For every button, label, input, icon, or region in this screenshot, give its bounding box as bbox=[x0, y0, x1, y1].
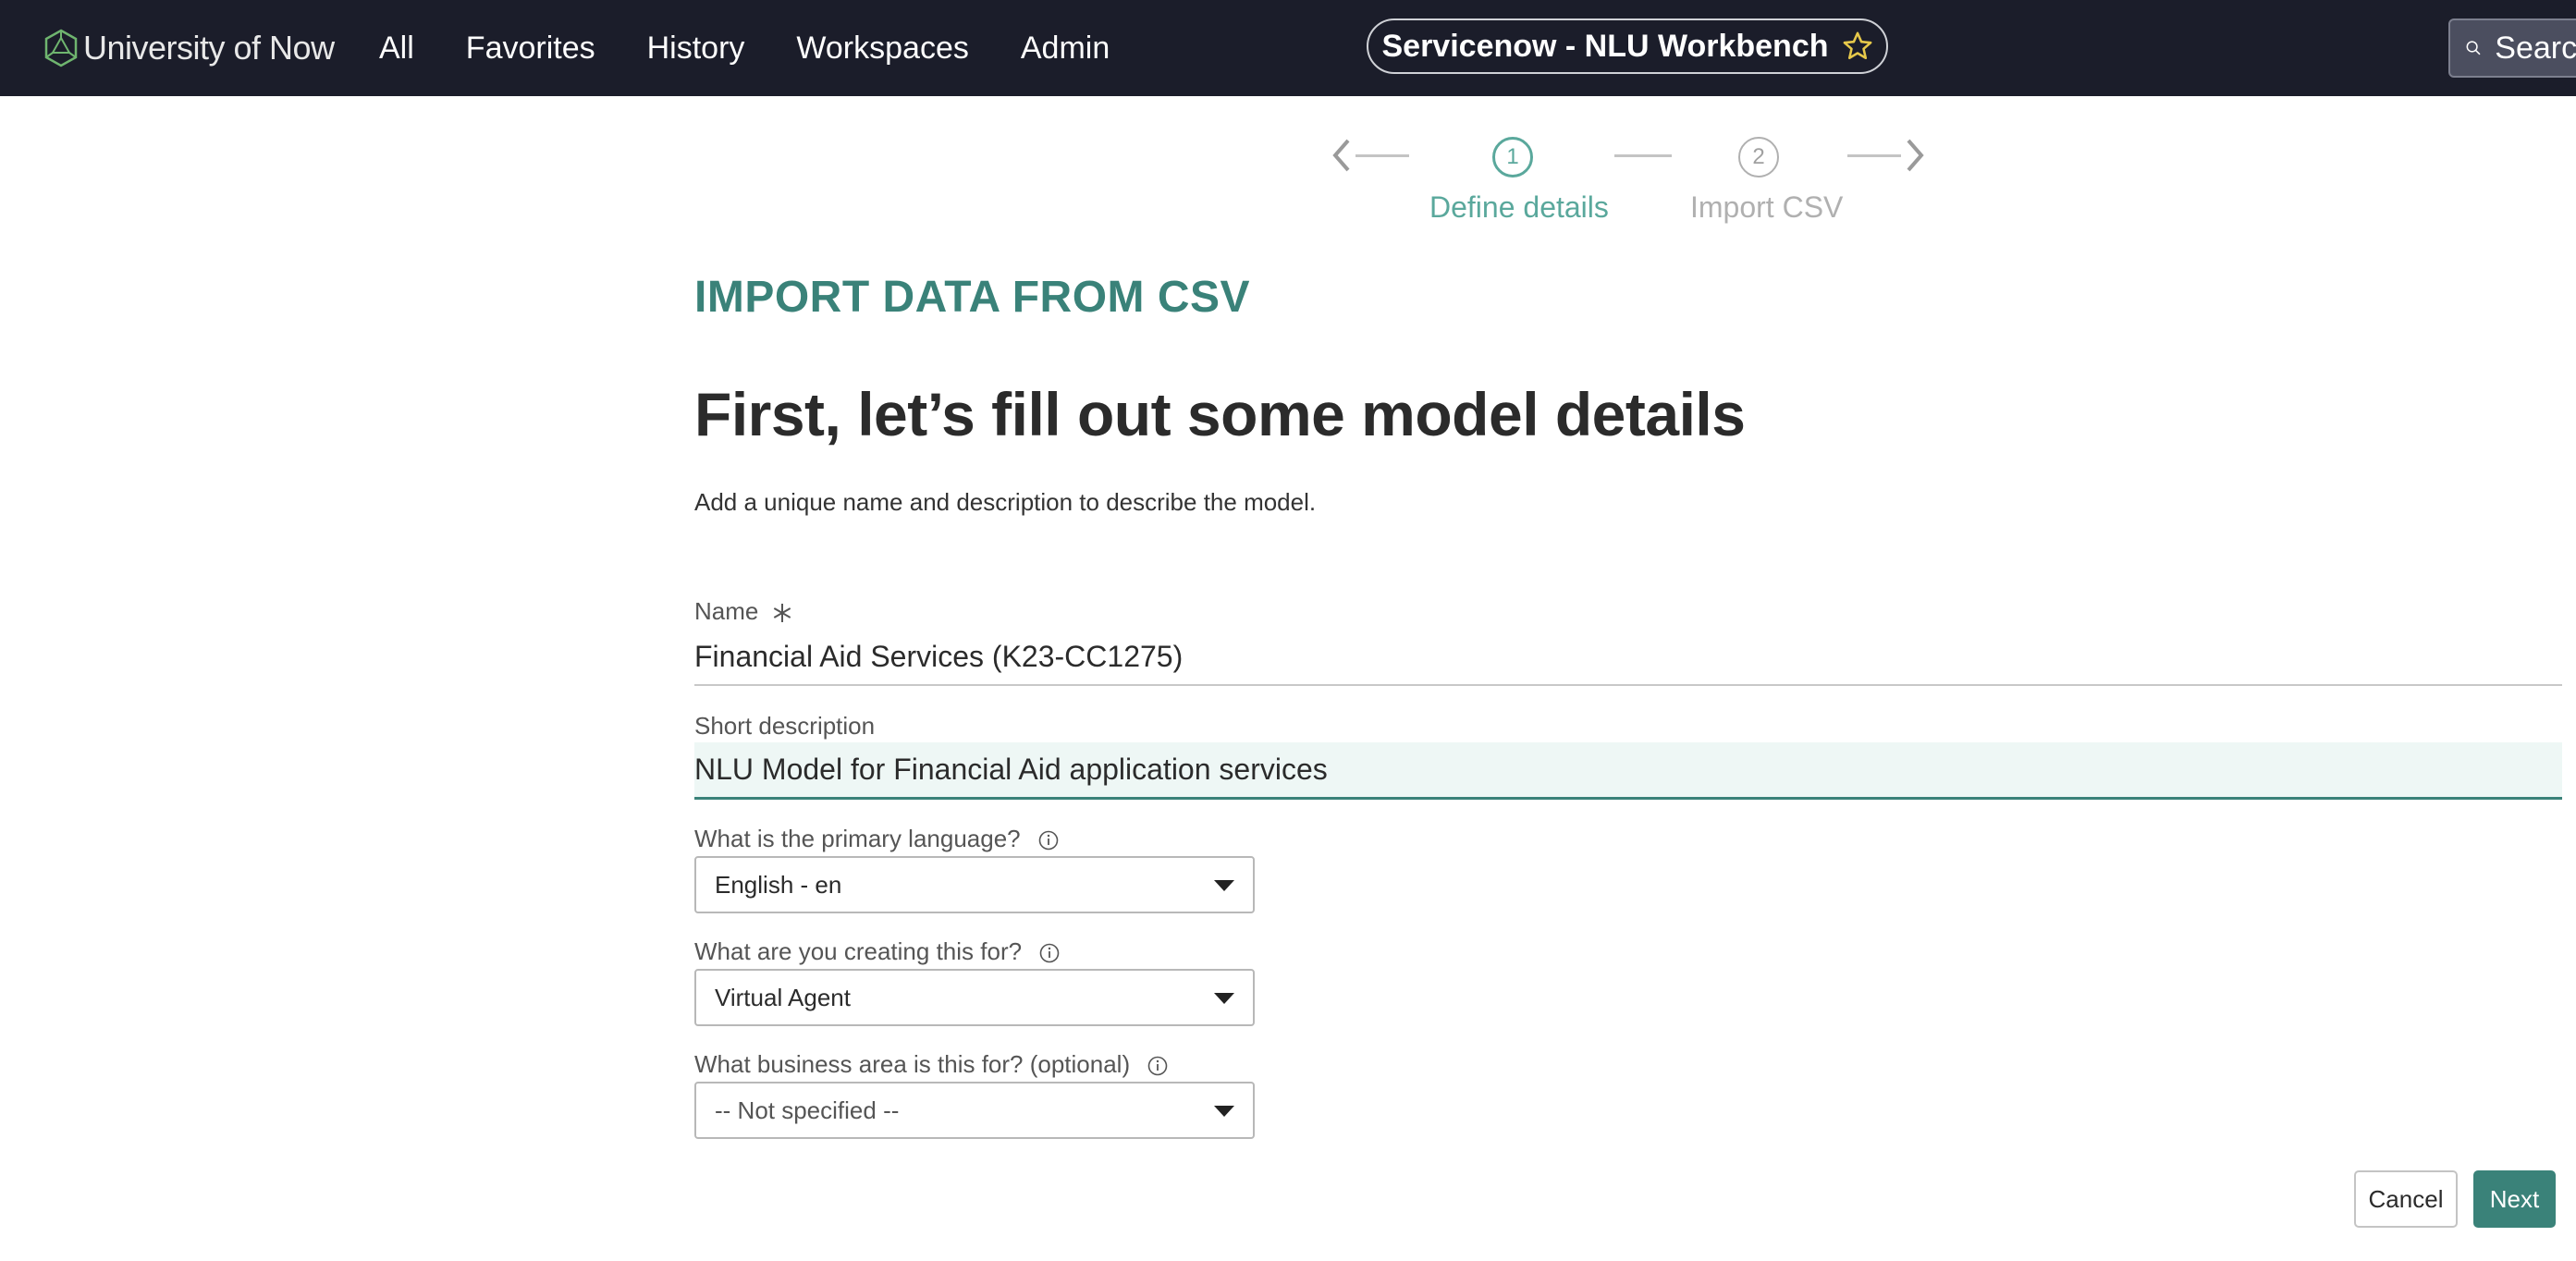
name-label-text: Name bbox=[694, 597, 759, 625]
short-description-value: NLU Model for Financial Aid application … bbox=[694, 753, 1328, 786]
short-description-input[interactable]: NLU Model for Financial Aid application … bbox=[694, 742, 2562, 800]
caret-down-icon bbox=[1214, 880, 1234, 891]
info-icon[interactable] bbox=[1039, 943, 1060, 963]
caret-down-icon bbox=[1214, 993, 1234, 1004]
main-nav: All Favorites History Workspaces Admin bbox=[379, 0, 1161, 96]
section-eyebrow: IMPORT DATA FROM CSV bbox=[694, 273, 1251, 322]
star-icon[interactable] bbox=[1842, 31, 1873, 62]
info-icon[interactable] bbox=[1038, 830, 1059, 851]
caret-down-icon bbox=[1214, 1106, 1234, 1117]
global-search[interactable]: Search bbox=[2448, 18, 2576, 78]
stepper-line bbox=[1355, 154, 1409, 157]
business-area-label: What business area is this for? (optiona… bbox=[694, 1050, 1168, 1079]
logo[interactable]: University of Now bbox=[41, 24, 335, 72]
page-title: First, let’s fill out some model details bbox=[694, 380, 1746, 448]
nav-history[interactable]: History bbox=[647, 31, 745, 67]
step-1-label[interactable]: Define details bbox=[1429, 190, 1609, 225]
search-placeholder: Search bbox=[2495, 30, 2576, 66]
purpose-value: Virtual Agent bbox=[715, 983, 851, 1011]
nav-all[interactable]: All bbox=[379, 31, 414, 67]
chevron-right-icon[interactable] bbox=[1901, 137, 1929, 174]
purpose-label-text: What are you creating this for? bbox=[694, 937, 1023, 965]
chevron-left-icon[interactable] bbox=[1328, 137, 1355, 174]
top-navigation-bar: University of Now All Favorites History … bbox=[0, 0, 2576, 96]
language-label-text: What is the primary language? bbox=[694, 825, 1021, 852]
business-area-select[interactable]: -- Not specified -- bbox=[694, 1082, 1255, 1139]
business-area-label-text: What business area is this for? (optiona… bbox=[694, 1050, 1131, 1078]
step-2-label[interactable]: Import CSV bbox=[1690, 190, 1843, 225]
nav-admin[interactable]: Admin bbox=[1021, 31, 1110, 67]
language-select[interactable]: English - en bbox=[694, 856, 1255, 913]
step-1-circle[interactable]: 1 bbox=[1492, 137, 1533, 178]
name-value: Financial Aid Services (K23-CC1275) bbox=[694, 639, 1184, 673]
page-subtitle: Add a unique name and description to des… bbox=[694, 488, 1317, 516]
logo-icon bbox=[44, 29, 78, 67]
search-icon bbox=[2466, 41, 2481, 55]
language-value: English - en bbox=[715, 870, 842, 899]
purpose-select[interactable]: Virtual Agent bbox=[694, 969, 1255, 1026]
cancel-button[interactable]: Cancel bbox=[2354, 1170, 2458, 1228]
purpose-label: What are you creating this for? bbox=[694, 937, 1060, 966]
business-area-value: -- Not specified -- bbox=[715, 1096, 900, 1124]
nav-favorites[interactable]: Favorites bbox=[466, 31, 595, 67]
next-button[interactable]: Next bbox=[2473, 1170, 2556, 1228]
name-input[interactable]: Financial Aid Services (K23-CC1275) bbox=[694, 629, 2562, 686]
short-description-label: Short description bbox=[694, 712, 876, 740]
stepper-line bbox=[1614, 154, 1672, 157]
stepper-line bbox=[1847, 154, 1901, 157]
app-title: Servicenow - NLU Workbench bbox=[1381, 28, 1829, 64]
step-2-circle[interactable]: 2 bbox=[1738, 137, 1779, 178]
required-asterisk-icon bbox=[773, 604, 791, 623]
language-label: What is the primary language? bbox=[694, 825, 1059, 853]
app-title-pill[interactable]: Servicenow - NLU Workbench bbox=[1367, 18, 1888, 74]
logo-text: University of Now bbox=[83, 29, 335, 67]
info-icon[interactable] bbox=[1147, 1056, 1168, 1076]
nav-workspaces[interactable]: Workspaces bbox=[796, 31, 968, 67]
name-label: Name bbox=[694, 597, 793, 626]
